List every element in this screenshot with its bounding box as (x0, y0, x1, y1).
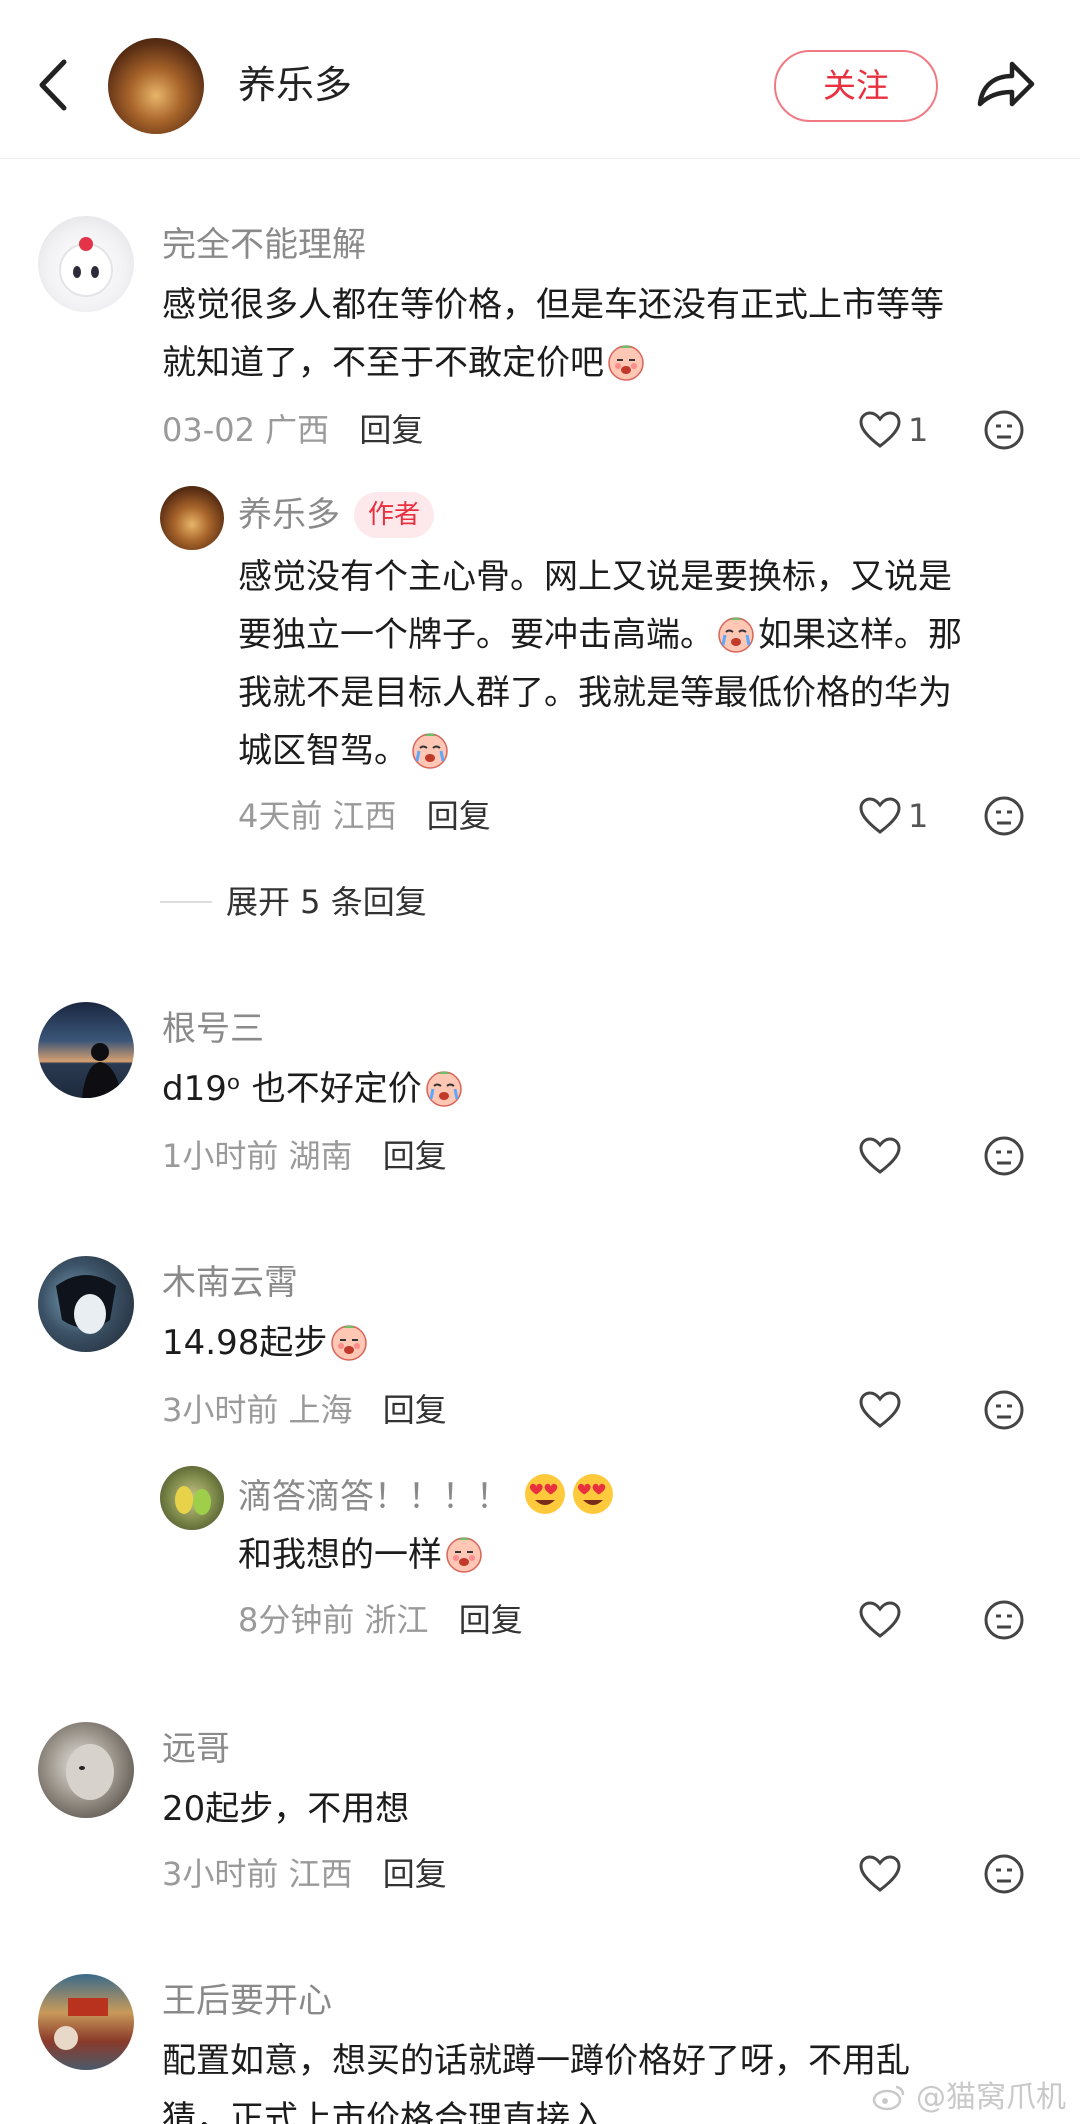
divider (160, 901, 212, 903)
comment-location: 上海 (288, 1391, 353, 1429)
username[interactable]: 王后要开心 (162, 1978, 332, 2024)
author-name[interactable]: 养乐多 (238, 58, 352, 112)
comment-meta: 3小时前 上海 回复 (162, 1388, 447, 1432)
comment-text-line: 和我想的一样 (238, 1526, 486, 1584)
comment-meta: 8分钟前 浙江 回复 (238, 1598, 523, 1642)
top-bar: 养乐多 关注 (0, 0, 1080, 159)
reply-button[interactable]: 回复 (459, 1601, 523, 1639)
username[interactable]: 滴答滴答！！！！ (238, 1477, 510, 1517)
dislike-face-icon[interactable] (983, 1599, 1025, 1641)
comment-time: 1小时前 (162, 1137, 279, 1175)
watermark: @猫窝爪机 (872, 2078, 1066, 2118)
username[interactable]: 根号三 (162, 1006, 264, 1052)
like-count: 1 (908, 411, 929, 449)
comment-location: 江西 (288, 1855, 353, 1893)
comment-text-line: 我就不是目标人群了。我就是等最低价格的华为 (238, 673, 952, 713)
user-avatar[interactable] (38, 1722, 134, 1818)
like-count: 1 (908, 797, 929, 835)
comment-time: 3小时前 (162, 1855, 279, 1893)
heart-eyes-emoji-icon (572, 1474, 613, 1514)
user-avatar[interactable] (38, 1002, 134, 1098)
comment-location: 江西 (332, 797, 397, 835)
comment-time: 4天前 (238, 797, 323, 835)
silhouette-avatar-icon (82, 1043, 122, 1098)
share-icon[interactable] (972, 52, 1038, 118)
shop-sign-avatar-icon (54, 1998, 108, 2050)
author-avatar[interactable] (108, 38, 204, 134)
reply-button[interactable]: 回复 (359, 411, 423, 449)
comment-meta: 4天前 江西 回复 (238, 794, 491, 838)
watermark-text: @猫窝爪机 (916, 2080, 1066, 2115)
reply-button[interactable]: 回复 (383, 1391, 447, 1429)
anime-avatar-icon (56, 1275, 116, 1334)
reply-button[interactable]: 回复 (427, 797, 491, 835)
comment-text-line: 就知道了，不至于不敢定价吧 (162, 334, 648, 392)
comment-text-line: 猜，正式上市价格合理直接入 (162, 2099, 604, 2124)
comment-meta: 3小时前 江西 回复 (162, 1852, 447, 1896)
username[interactable]: 完全不能理解 (162, 222, 366, 268)
cry-emoji-icon (608, 345, 644, 381)
heart-icon[interactable] (858, 1854, 902, 1894)
plush-avatar-icon (59, 237, 113, 297)
comment-text: 14.98起步 (162, 1323, 328, 1363)
user-avatar[interactable] (160, 486, 224, 550)
user-avatar[interactable] (160, 1466, 224, 1530)
comment-text: 感觉很多人都在等价格，但是车还没有正式上市等等 (162, 285, 944, 325)
dislike-face-icon[interactable] (983, 1853, 1025, 1895)
username-row: 滴答滴答！！！！ (238, 1472, 617, 1520)
username[interactable]: 远哥 (162, 1726, 230, 1772)
comment-text-line: d19ᵒ 也不好定价 (162, 1060, 466, 1118)
expand-replies-button[interactable]: 展开 5 条回复 (226, 880, 427, 924)
reply-button[interactable]: 回复 (383, 1855, 447, 1893)
reply-button[interactable]: 回复 (383, 1137, 447, 1175)
comment-text: 20起步，不用想 (162, 1789, 410, 1829)
author-badge: 作者 (354, 492, 435, 538)
dislike-face-icon[interactable] (983, 1135, 1025, 1177)
follow-button[interactable]: 关注 (774, 50, 938, 122)
username-row: 养乐多 作者 (238, 492, 435, 538)
comment-meta: 1小时前 湖南 回复 (162, 1134, 447, 1178)
bird-avatar-icon (175, 1486, 211, 1515)
comment-time: 3小时前 (162, 1391, 279, 1429)
comment-page: 养乐多 关注 完全不能理解 感觉很多人都在等价格，但是车还没有正式上市等等 就知… (0, 0, 1080, 2124)
user-avatar[interactable] (38, 216, 134, 312)
comment-text: 感觉没有个主心骨。网上又说是要换标，又说是 (238, 557, 952, 597)
heart-icon[interactable] (858, 1390, 902, 1430)
heart-icon[interactable] (858, 796, 902, 836)
comment-text-line: 城区智驾。 (238, 722, 452, 780)
weibo-icon (873, 2085, 905, 2111)
dislike-face-icon[interactable] (983, 409, 1025, 451)
comment-text-line: 要独立一个牌子。要冲击高端。 如果这样。那 (238, 615, 962, 655)
dislike-face-icon[interactable] (983, 1389, 1025, 1431)
cry-emoji-icon (412, 733, 448, 769)
username[interactable]: 木南云霄 (162, 1260, 298, 1306)
cry-emoji-icon (446, 1537, 482, 1573)
comment-text: 和我想的一样 (238, 1535, 442, 1575)
heart-icon[interactable] (858, 410, 902, 450)
lion-avatar-icon (66, 1744, 114, 1800)
comment-time: 03-02 (162, 411, 255, 449)
user-avatar[interactable] (38, 1974, 134, 2070)
cry-emoji-icon (331, 1325, 368, 1361)
comment-location: 湖南 (288, 1137, 353, 1175)
heart-eyes-emoji-icon (524, 1474, 565, 1514)
heart-icon[interactable] (858, 1136, 902, 1176)
dislike-face-icon[interactable] (983, 795, 1025, 837)
comment-text: 配置如意，想买的话就蹲一蹲价格好了呀，不用乱 (162, 2041, 910, 2081)
user-avatar[interactable] (38, 1256, 134, 1352)
comment-meta: 03-02 广西 回复 (162, 408, 423, 452)
cry-emoji-icon (425, 1071, 462, 1107)
back-arrow-icon[interactable] (30, 52, 80, 118)
heart-icon[interactable] (858, 1600, 902, 1640)
comment-location: 广西 (265, 411, 330, 449)
comment-text-line: 14.98起步 (162, 1314, 371, 1372)
comment-text: d19ᵒ 也不好定价 (162, 1069, 422, 1109)
username[interactable]: 养乐多 (238, 495, 340, 535)
comment-time: 8分钟前 (238, 1601, 355, 1639)
comment-location: 浙江 (364, 1601, 429, 1639)
cry-emoji-icon (718, 617, 754, 653)
